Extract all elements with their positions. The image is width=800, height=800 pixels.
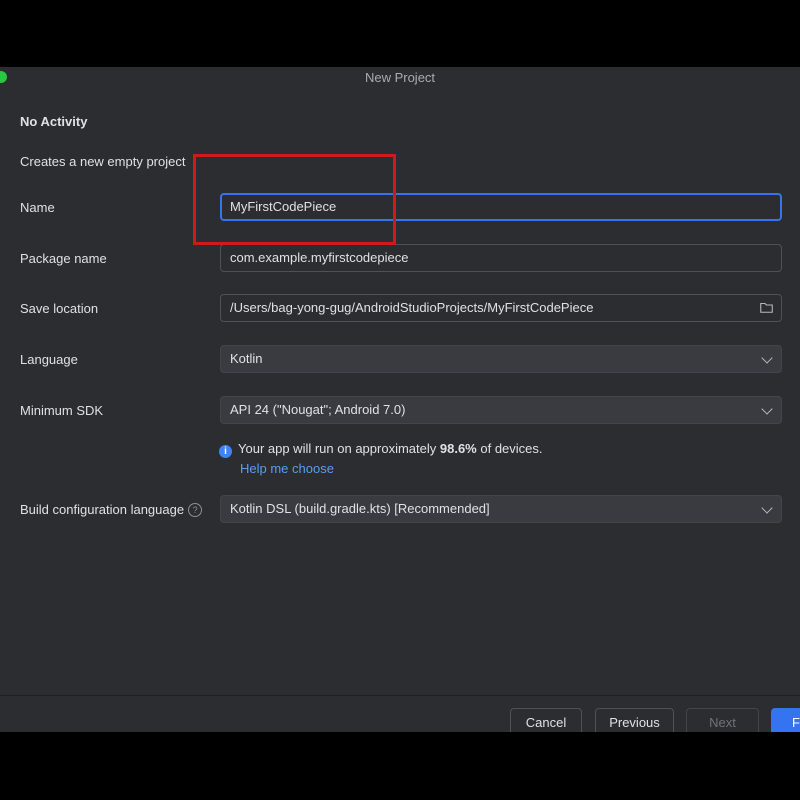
- language-select[interactable]: Kotlin: [220, 345, 782, 373]
- chevron-down-icon: [761, 502, 773, 514]
- build-config-select[interactable]: Kotlin DSL (build.gradle.kts) [Recommend…: [220, 495, 782, 523]
- build-config-label: Build configuration language: [20, 502, 185, 517]
- help-icon[interactable]: ?: [188, 503, 203, 517]
- footer-divider: [0, 695, 800, 696]
- next-button[interactable]: Next: [686, 708, 759, 732]
- name-field[interactable]: MyFirstCodePiece: [220, 193, 782, 221]
- minimum-sdk-label: Minimum SDK: [20, 403, 104, 418]
- chevron-down-icon: [761, 403, 773, 415]
- chevron-down-icon: [761, 352, 773, 364]
- previous-button[interactable]: Previous: [595, 708, 674, 732]
- minimum-sdk-value: API 24 ("Nougat"; Android 7.0): [230, 402, 406, 417]
- name-field-value: MyFirstCodePiece: [230, 199, 337, 214]
- help-me-choose-link[interactable]: Help me choose: [240, 461, 334, 476]
- finish-button[interactable]: F: [771, 708, 800, 732]
- language-value: Kotlin: [230, 351, 263, 366]
- info-percent: 98.6%: [439, 441, 477, 456]
- save-location-value: /Users/bag-yong-gug/AndroidStudioProject…: [230, 300, 594, 315]
- window-title: New Project: [364, 70, 436, 85]
- folder-icon[interactable]: [760, 302, 773, 313]
- template-description: Creates a new empty project: [20, 154, 186, 169]
- info-icon: i: [219, 445, 232, 458]
- package-name-field[interactable]: com.example.myfirstcodepiece: [220, 244, 782, 272]
- save-location-label: Save location: [20, 301, 99, 316]
- minimum-sdk-select[interactable]: API 24 ("Nougat"; Android 7.0): [220, 396, 782, 424]
- cancel-button[interactable]: Cancel: [510, 708, 582, 732]
- info-suffix: of devices.: [480, 441, 543, 456]
- template-title: No Activity: [20, 114, 88, 129]
- language-label: Language: [20, 352, 78, 367]
- new-project-dialog: New Project No Activity Creates a new em…: [0, 67, 800, 732]
- build-config-label-row: Build configuration language?: [20, 502, 203, 517]
- device-coverage-info: i Your app will run on approximately 98.6…: [219, 441, 543, 458]
- save-location-field[interactable]: /Users/bag-yong-gug/AndroidStudioProject…: [220, 294, 782, 322]
- title-bar: New Project: [0, 67, 800, 89]
- name-label: Name: [20, 200, 55, 215]
- build-config-value: Kotlin DSL (build.gradle.kts) [Recommend…: [230, 501, 490, 516]
- package-name-label: Package name: [20, 251, 107, 266]
- package-name-value: com.example.myfirstcodepiece: [230, 250, 409, 265]
- info-prefix: Your app will run on approximately: [238, 441, 437, 456]
